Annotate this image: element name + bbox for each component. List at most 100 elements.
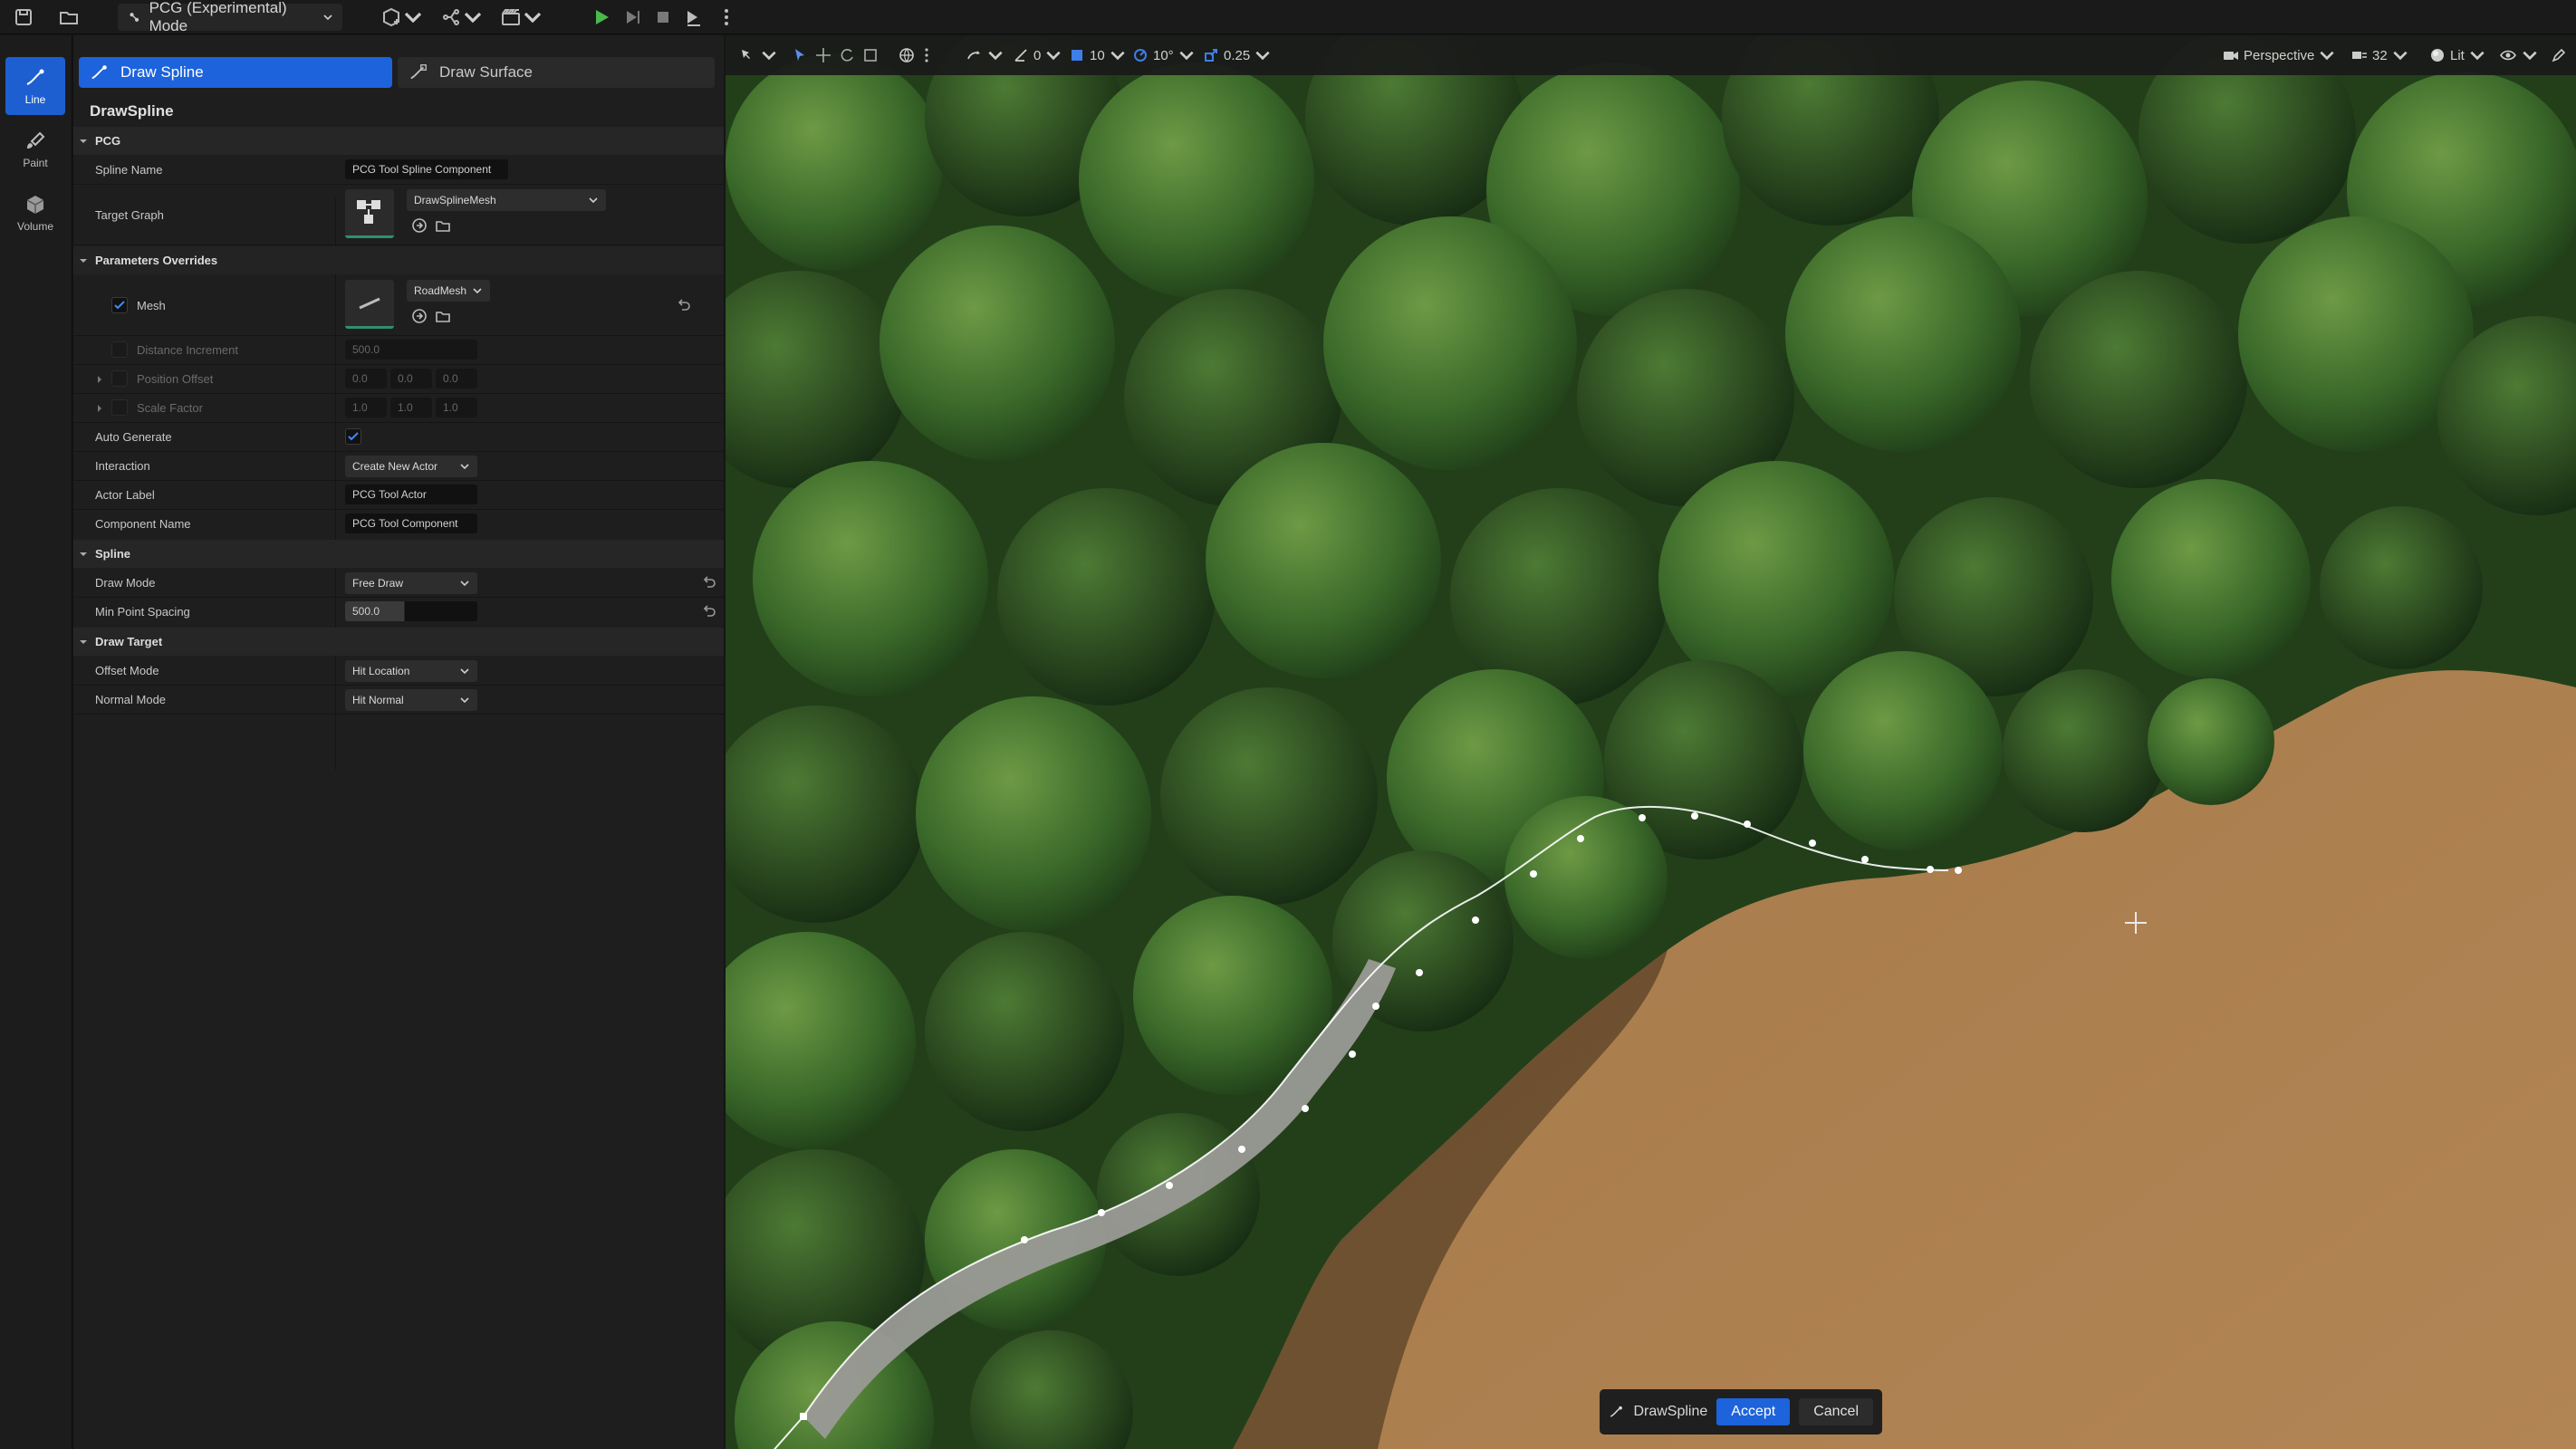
tab-draw-spline[interactable]: Draw Spline: [79, 57, 392, 88]
target-graph-dropdown[interactable]: DrawSplineMesh: [407, 189, 606, 211]
pen-icon: [26, 69, 44, 85]
offset-mode-value: Hit Location: [352, 665, 410, 677]
mesh-thumbnail[interactable]: [345, 280, 394, 329]
draw-mode-value: Free Draw: [352, 577, 404, 590]
interaction-dropdown[interactable]: Create New Actor: [345, 456, 477, 477]
position-offset-x[interactable]: 0.0: [345, 369, 387, 389]
spline-name-field[interactable]: PCG Tool Spline Component: [345, 159, 508, 179]
viewport-options-button[interactable]: [738, 43, 778, 67]
save-icon[interactable]: [13, 5, 34, 29]
draw-mode-dropdown[interactable]: Free Draw: [345, 572, 477, 594]
mesh-dropdown[interactable]: RoadMesh: [407, 280, 490, 302]
scale-factor-x[interactable]: 1.0: [345, 398, 387, 417]
caret-down-icon: [80, 258, 87, 263]
section-param-overrides[interactable]: Parameters Overrides: [73, 246, 724, 274]
divider: [73, 184, 724, 185]
auto-generate-checkbox[interactable]: [345, 428, 361, 445]
cinematics-icon[interactable]: [500, 5, 543, 29]
view-mode-button[interactable]: Perspective: [2222, 43, 2336, 67]
distance-increment-checkbox[interactable]: [111, 341, 128, 358]
interaction-label: Interaction: [95, 459, 150, 473]
actor-label-field[interactable]: PCG Tool Actor: [345, 485, 477, 504]
play-icon[interactable]: [591, 5, 612, 29]
caret-right-icon[interactable]: [93, 373, 106, 386]
normal-mode-label: Normal Mode: [95, 693, 167, 706]
add-actor-icon[interactable]: [380, 5, 424, 29]
world-local-button[interactable]: [898, 43, 916, 67]
viewport-settings-button[interactable]: [2550, 43, 2568, 67]
chevron-down-icon: [460, 581, 469, 587]
translate-mode-button[interactable]: [814, 43, 832, 67]
eject-icon[interactable]: [683, 5, 705, 29]
select-mode-button[interactable]: [791, 43, 809, 67]
scale-factor-z[interactable]: 1.0: [436, 398, 477, 417]
blueprint-icon[interactable]: [440, 5, 484, 29]
prop-min-point-spacing: Min Point Spacing 500.0: [73, 598, 724, 626]
road-mesh-icon: [359, 297, 380, 309]
more-transform-button[interactable]: [918, 43, 936, 67]
prop-draw-mode: Draw Mode Free Draw: [73, 569, 724, 597]
section-spline[interactable]: Spline: [73, 540, 724, 568]
mode-dropdown[interactable]: PCG (Experimental) Mode: [118, 0, 342, 34]
position-offset-z[interactable]: 0.0: [436, 369, 477, 389]
rotate-mode-button[interactable]: [838, 43, 856, 67]
viewport-scene[interactable]: [726, 35, 2576, 1449]
scale-factor-y[interactable]: 1.0: [390, 398, 432, 417]
lighting-mode-button[interactable]: Lit: [2428, 43, 2486, 67]
section-param-overrides-label: Parameters Overrides: [95, 254, 218, 267]
prop-spline-name: Spline Name PCG Tool Spline Component: [73, 156, 724, 184]
browse-arrow-icon[interactable]: [410, 307, 428, 325]
browse-arrow-icon[interactable]: [410, 216, 428, 235]
rotate-snap-button[interactable]: 0: [1012, 43, 1062, 67]
reset-arrow-icon[interactable]: [675, 297, 691, 313]
browse-folder-icon[interactable]: [434, 216, 452, 235]
graph-thumbnail[interactable]: [345, 189, 394, 238]
frame-skip-icon[interactable]: [621, 5, 643, 29]
offset-mode-dropdown[interactable]: Hit Location: [345, 660, 477, 682]
level-viewport[interactable]: 0 10 10° 0.25 Perspective 32 Lit DrawSpl…: [726, 35, 2576, 1449]
scale-snap-button[interactable]: 0.25: [1202, 43, 1272, 67]
scale-factor-checkbox[interactable]: [111, 399, 128, 416]
angle-snap-button[interactable]: 10°: [1131, 43, 1196, 67]
snap-grid-value: 10: [1090, 47, 1105, 63]
reset-arrow-icon[interactable]: [700, 603, 716, 619]
browse-folder-icon[interactable]: [434, 307, 452, 325]
min-point-spacing-field[interactable]: 500.0: [345, 601, 477, 621]
panel-title: DrawSpline: [90, 102, 174, 120]
mode-paint-button[interactable]: Paint: [5, 120, 65, 178]
distance-increment-field[interactable]: 500.0: [345, 340, 477, 360]
section-spline-label: Spline: [95, 547, 131, 561]
scale-mode-button[interactable]: [861, 43, 879, 67]
mode-rail: Line Paint Volume: [0, 35, 72, 1449]
pen-icon: [91, 65, 107, 80]
position-offset-checkbox[interactable]: [111, 370, 128, 387]
fov-value: 32: [2372, 47, 2388, 63]
mode-line-button[interactable]: Line: [5, 57, 65, 115]
mesh-override-checkbox[interactable]: [111, 297, 128, 313]
position-offset-y[interactable]: 0.0: [390, 369, 432, 389]
cancel-button[interactable]: Cancel: [1799, 1398, 1873, 1425]
transform-options-icon: [742, 50, 750, 59]
section-pcg[interactable]: PCG: [73, 127, 724, 155]
component-name-field[interactable]: PCG Tool Component: [345, 513, 477, 533]
viewport-toolbar: 0 10 10° 0.25 Perspective 32 Lit: [726, 35, 2576, 75]
mode-dropdown-label: PCG (Experimental) Mode: [149, 0, 287, 34]
section-draw-target-label: Draw Target: [95, 635, 163, 648]
actor-label-label: Actor Label: [95, 488, 155, 502]
stop-icon[interactable]: [652, 5, 674, 29]
fov-button[interactable]: 32: [2350, 43, 2409, 67]
chevron-down-icon: [460, 668, 469, 675]
normal-mode-dropdown[interactable]: Hit Normal: [345, 689, 477, 711]
tab-draw-surface[interactable]: Draw Surface: [398, 57, 715, 88]
surface-snap-button[interactable]: [965, 43, 1004, 67]
more-options-icon[interactable]: [716, 5, 737, 29]
content-browser-icon[interactable]: [58, 5, 80, 29]
section-draw-target[interactable]: Draw Target: [73, 628, 724, 656]
reset-arrow-icon[interactable]: [700, 574, 716, 590]
accept-button[interactable]: Accept: [1716, 1398, 1791, 1425]
caret-right-icon[interactable]: [93, 402, 106, 415]
show-flags-button[interactable]: [2499, 43, 2539, 67]
grid-snap-button[interactable]: 10: [1068, 43, 1127, 67]
mode-volume-button[interactable]: Volume: [5, 184, 65, 242]
pcg-mode-icon: [130, 13, 139, 22]
